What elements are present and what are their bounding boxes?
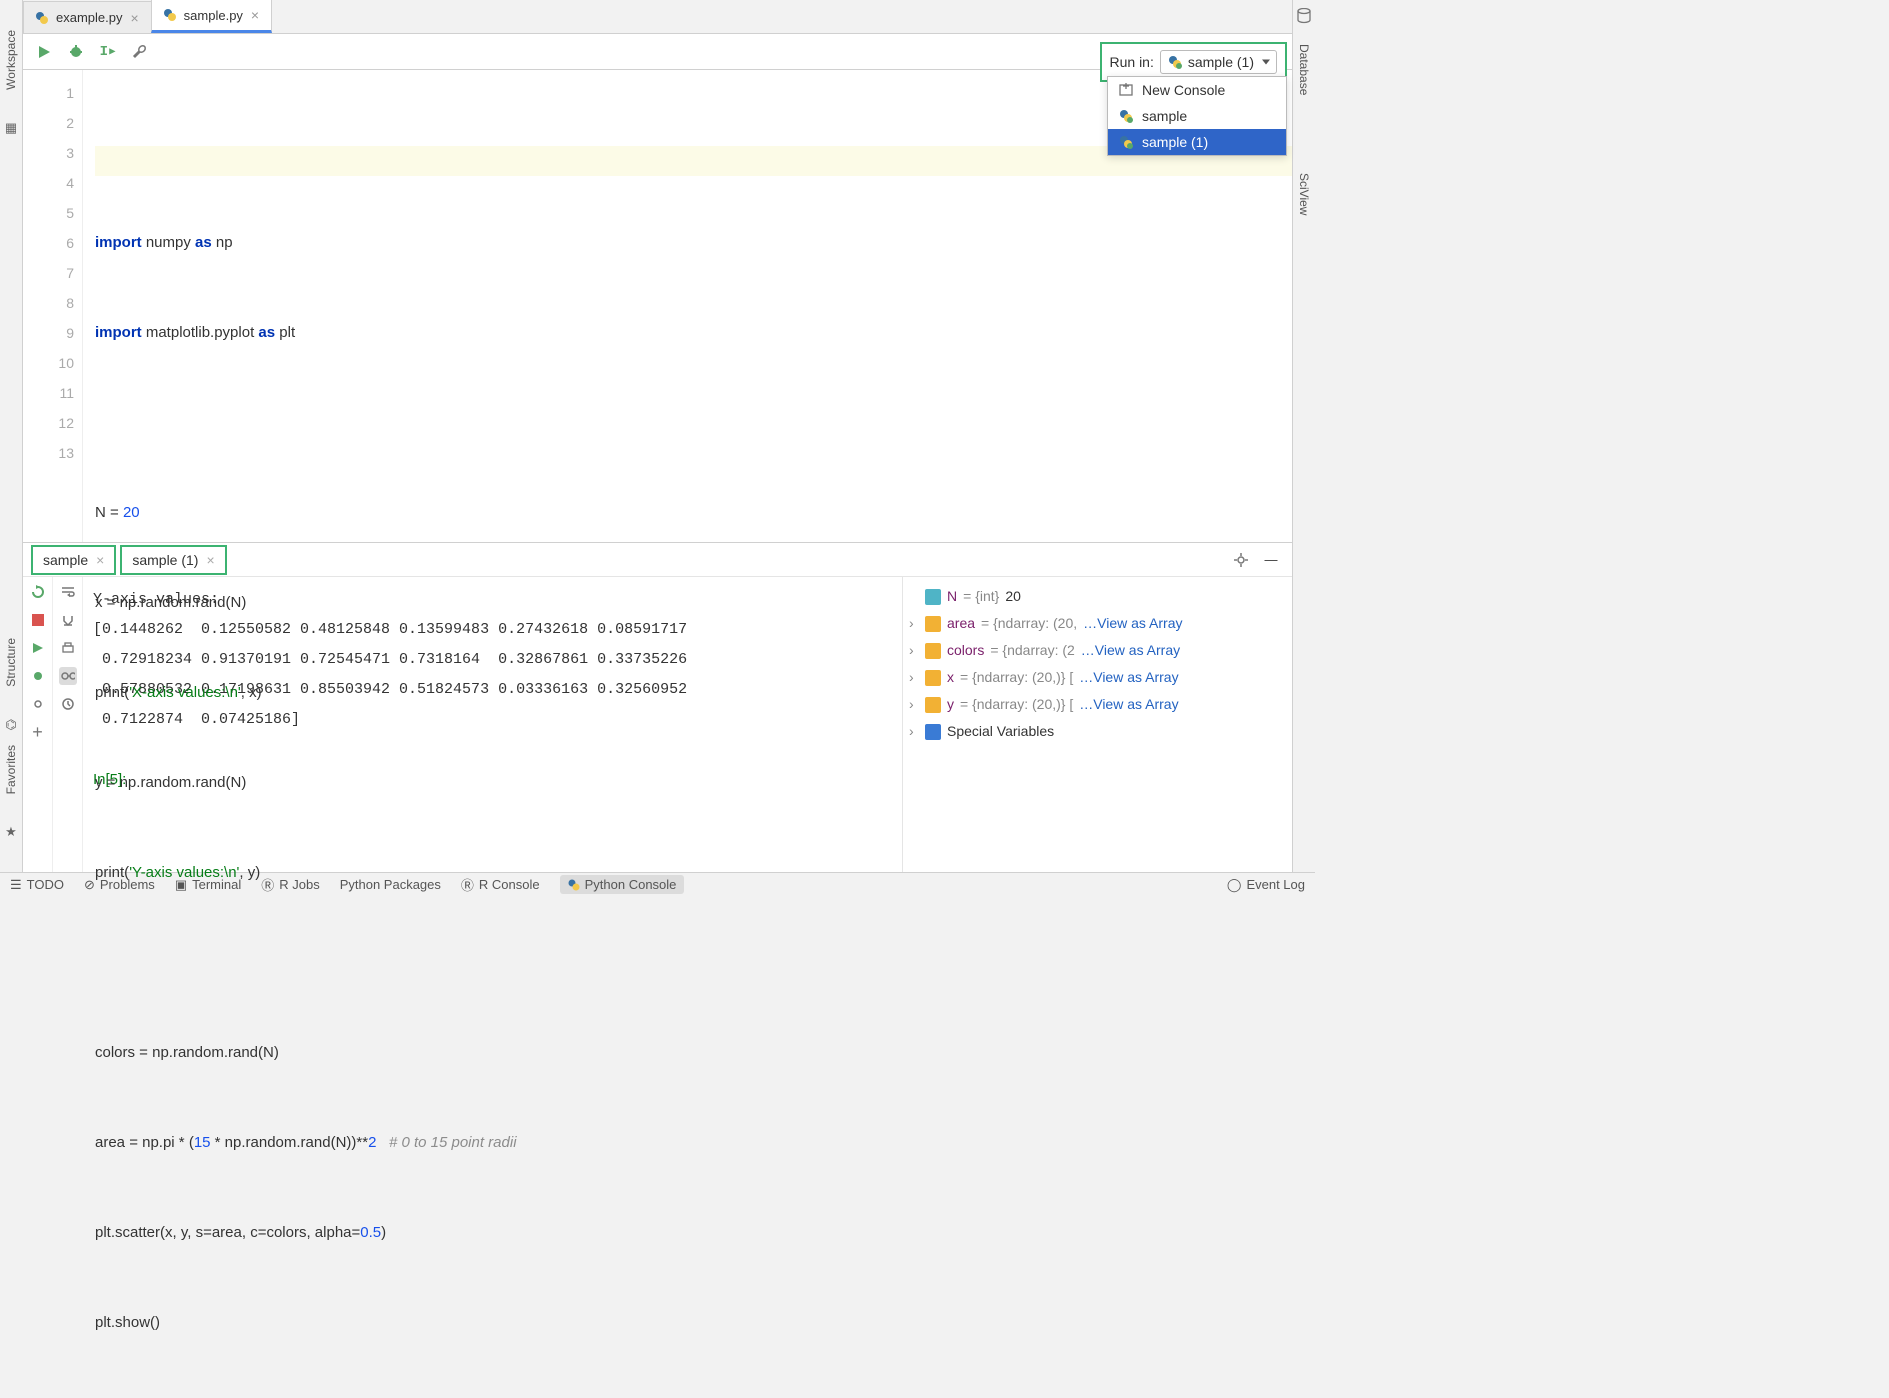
workspace-icon: ▦ — [3, 120, 19, 136]
file-tab-example[interactable]: example.py × — [23, 1, 152, 33]
database-icon[interactable] — [1296, 8, 1312, 24]
file-tab-sample[interactable]: sample.py × — [151, 0, 272, 33]
left-tool-rail: Workspace ▦ Structure ⌬ Favorites ★ — [0, 0, 23, 872]
run-in-dropdown-button[interactable]: sample (1) — [1160, 50, 1277, 74]
run-icon[interactable] — [35, 43, 53, 61]
run-icon[interactable] — [29, 639, 47, 657]
settings-icon[interactable] — [29, 695, 47, 713]
todo-tool[interactable]: ☰TODO — [10, 877, 64, 893]
new-console-icon[interactable]: + — [29, 723, 47, 741]
list-icon: ☰ — [10, 877, 22, 893]
close-icon[interactable]: × — [128, 10, 140, 26]
file-tab-label: example.py — [56, 10, 122, 25]
stop-icon[interactable] — [29, 611, 47, 629]
soft-wrap-icon[interactable] — [59, 583, 77, 601]
sciview-tool[interactable]: SciView — [1297, 173, 1311, 215]
favorites-tool[interactable]: Favorites — [4, 745, 18, 794]
file-tab-label: sample.py — [184, 8, 243, 23]
run-in-option-sample-1[interactable]: sample (1) — [1108, 129, 1286, 155]
line-gutter: 12345678910111213 — [23, 70, 83, 542]
debug-icon[interactable] — [29, 667, 47, 685]
run-in-option-new-console[interactable]: New Console — [1108, 77, 1286, 103]
python-file-icon — [162, 7, 178, 23]
debug-icon[interactable] — [67, 43, 85, 61]
database-tool[interactable]: Database — [1297, 44, 1311, 95]
editor-tabs: example.py × sample.py × — [23, 0, 1292, 34]
run-in-option-sample[interactable]: sample — [1108, 103, 1286, 129]
print-icon[interactable] — [59, 639, 77, 657]
new-console-icon — [1118, 83, 1134, 97]
right-tool-rail: Database SciView — [1292, 0, 1315, 872]
history-icon[interactable] — [59, 695, 77, 713]
warning-icon: ⊘ — [84, 877, 95, 893]
console-tool-column-1: + — [23, 577, 53, 872]
python-console-icon — [1118, 134, 1134, 150]
run-in-label: Run in: — [1110, 54, 1154, 70]
python-console-icon — [1118, 108, 1134, 124]
variables-icon[interactable] — [59, 667, 77, 685]
python-file-icon — [34, 10, 50, 26]
rerun-icon[interactable] — [29, 583, 47, 601]
code-editor[interactable]: 12345678910111213 import numpy as np imp… — [23, 70, 1292, 542]
wrench-icon[interactable] — [131, 43, 149, 61]
run-in-dropdown-list[interactable]: New Console sample sample (1) — [1107, 76, 1287, 156]
star-icon: ★ — [3, 824, 19, 840]
workspace-tool[interactable]: Workspace — [4, 30, 18, 90]
run-cursor-icon[interactable]: I▸ — [99, 43, 117, 61]
console-tool-column-2 — [53, 577, 83, 872]
scroll-to-end-icon[interactable] — [59, 611, 77, 629]
structure-tool[interactable]: Structure — [4, 638, 18, 687]
close-icon[interactable]: × — [249, 7, 261, 23]
python-console-icon — [1167, 54, 1183, 70]
structure-icon: ⌬ — [3, 717, 19, 733]
